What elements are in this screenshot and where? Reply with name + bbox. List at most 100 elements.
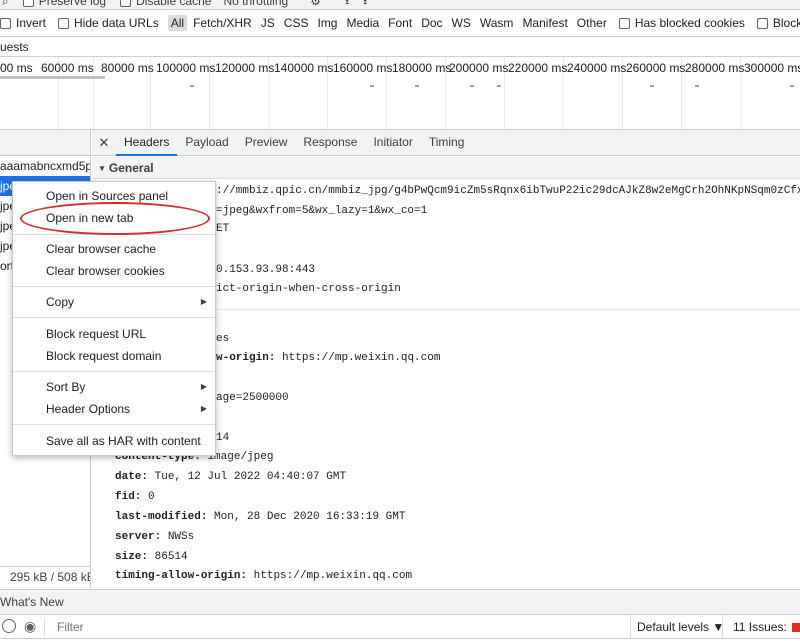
timeline-tick: 200000 ms (449, 61, 509, 75)
request-url-value: ://mmbiz.qpic.cn/mmbiz_jpg/g4bPwQcm9icZm… (216, 185, 800, 197)
referrer-policy-value: ict-origin-when-cross-origin (216, 283, 401, 295)
type-filter-font[interactable]: Font (388, 16, 412, 30)
blocked-requests-option[interactable]: Block (756, 16, 800, 30)
triangle-right-icon: ▶ (200, 404, 207, 413)
menu-item-clear-browser-cache[interactable]: Clear browser cache (13, 238, 215, 260)
no-entry-icon[interactable] (2, 619, 16, 633)
triangle-right-icon: ▶ (200, 297, 207, 306)
eye-icon[interactable]: ◉ (24, 618, 36, 635)
tab-response[interactable]: Response (295, 130, 365, 156)
console-filter-input[interactable] (44, 618, 624, 636)
hide-data-urls-option[interactable]: Hide data URLs (58, 16, 159, 30)
type-filter-doc[interactable]: Doc (421, 16, 442, 30)
response-header-value: 86514 (154, 551, 188, 563)
timeline-tick: 00 ms (0, 61, 33, 75)
timeline-overview[interactable]: 00 ms 60000 ms 80000 ms 100000 ms 120000… (0, 57, 800, 130)
invert-checkbox[interactable] (0, 17, 11, 29)
menu-item-save-har[interactable]: Save all as HAR with content (13, 430, 215, 452)
has-blocked-cookies-option[interactable]: Has blocked cookies (618, 16, 745, 30)
general-section-title: General (108, 161, 154, 175)
console-output-area (0, 639, 800, 644)
timeline-tick: 280000 ms (685, 61, 745, 75)
type-filter-other[interactable]: Other (577, 16, 607, 30)
timeline-tick: 100000 ms (156, 61, 216, 75)
response-header-key: size: (115, 551, 149, 563)
type-filter-ws[interactable]: WS (452, 16, 471, 30)
menu-item-open-in-sources[interactable]: Open in Sources panel (13, 185, 215, 207)
timeline-tick: 160000 ms (333, 61, 393, 75)
tab-timing[interactable]: Timing (421, 130, 473, 156)
remote-address-value: 0.153.93.98:443 (216, 264, 316, 276)
hide-data-urls-checkbox[interactable] (58, 17, 70, 29)
issues-counter-label: 11 Issues: (733, 620, 787, 634)
type-filter-fetch-xhr[interactable]: Fetch/XHR (193, 16, 252, 30)
response-header-key: last-modified: (115, 511, 208, 523)
response-header-key: w-origin: (216, 352, 276, 364)
default-levels-select[interactable]: Default levels ▼ (630, 615, 724, 639)
hide-data-urls-label: Hide data URLs (74, 16, 159, 30)
issue-flag-icon (791, 623, 800, 632)
preserve-log-label: Preserve log (38, 0, 107, 8)
response-header-key: server: (115, 531, 162, 543)
throttling-select[interactable]: No throttling (223, 0, 288, 8)
filter-bar: Invert Hide data URLs All Fetch/XHR JS C… (0, 10, 800, 37)
timeline-tick: 300000 ms (744, 61, 800, 75)
menu-item-block-request-url[interactable]: Block request URL (13, 323, 215, 345)
triangle-down-icon: ▼ (98, 164, 106, 173)
search-icon[interactable]: ⌕ (2, 0, 9, 9)
type-filter-manifest[interactable]: Manifest (522, 16, 567, 30)
timeline-tick: 140000 ms (274, 61, 334, 75)
request-detail-tabs: ✕ Headers Payload Preview Response Initi… (92, 130, 800, 156)
type-filter-css[interactable]: CSS (284, 16, 309, 30)
tab-initiator[interactable]: Initiator (365, 130, 420, 156)
close-icon[interactable]: ✕ (92, 135, 116, 151)
menu-item-header-options[interactable]: Header Options ▶ (13, 398, 215, 420)
type-filter-img[interactable]: Img (317, 16, 337, 30)
import-har-icon[interactable]: ⭳ (345, 0, 349, 9)
response-header-value: https://mp.weixin.qq.com (253, 570, 413, 582)
tab-payload[interactable]: Payload (177, 130, 236, 156)
request-list-header[interactable] (0, 130, 90, 156)
requests-overview-label: uests (0, 37, 800, 57)
preserve-log-checkbox[interactable] (22, 0, 34, 7)
invert-option[interactable]: Invert (0, 16, 46, 30)
menu-item-open-in-new-tab[interactable]: Open in new tab (13, 207, 215, 229)
menu-item-sort-by[interactable]: Sort By ▶ (13, 376, 215, 398)
requests-label: uests (0, 40, 29, 54)
type-filter-wasm[interactable]: Wasm (480, 16, 514, 30)
transfer-summary: 295 kB / 508 kB t (0, 566, 90, 588)
response-header-value: Mon, 28 Dec 2020 16:33:19 GMT (214, 511, 406, 523)
general-section-header[interactable]: ▼ General (92, 157, 800, 179)
tab-whats-new[interactable]: What's New (0, 590, 64, 615)
blocked-requests-checkbox[interactable] (756, 17, 768, 29)
type-filter-js[interactable]: JS (261, 16, 275, 30)
type-filter-media[interactable]: Media (346, 16, 379, 30)
response-header-value: 0 (148, 491, 155, 503)
menu-item-copy[interactable]: Copy ▶ (13, 291, 215, 313)
menu-item-copy-label: Copy (46, 295, 75, 309)
export-har-icon[interactable]: ⭳ (363, 0, 367, 9)
menu-item-clear-browser-cookies[interactable]: Clear browser cookies (13, 260, 215, 282)
network-conditions-icon[interactable]: ⚙ (310, 0, 321, 8)
response-header-fragment: age=2500000 (216, 392, 289, 404)
tab-preview[interactable]: Preview (237, 130, 296, 156)
has-blocked-cookies-label: Has blocked cookies (634, 16, 745, 30)
console-toolbar: ◉ Default levels ▼ 11 Issues: (0, 615, 800, 639)
invert-label: Invert (16, 16, 47, 30)
triangle-right-icon: ▶ (200, 382, 207, 391)
response-header-fragment: 14 (216, 432, 230, 444)
response-header-value: image/jpeg (207, 451, 274, 463)
disable-cache-checkbox[interactable] (120, 0, 132, 7)
timeline-tick: 80000 ms (101, 61, 154, 75)
has-blocked-cookies-checkbox[interactable] (618, 17, 630, 29)
timeline-tick: 180000 ms (392, 61, 452, 75)
issues-counter[interactable]: 11 Issues: (722, 615, 800, 639)
timeline-tick: 220000 ms (508, 61, 568, 75)
request-method-value: ET (216, 223, 230, 235)
tab-headers[interactable]: Headers (116, 130, 178, 156)
menu-item-block-request-domain[interactable]: Block request domain (13, 345, 215, 367)
request-row[interactable]: aaamabncxmd5p... (0, 156, 90, 176)
timeline-tick: 60000 ms (41, 61, 94, 75)
type-filter-all[interactable]: All (167, 15, 188, 31)
context-menu: Open in Sources panel Open in new tab Cl… (12, 181, 216, 456)
